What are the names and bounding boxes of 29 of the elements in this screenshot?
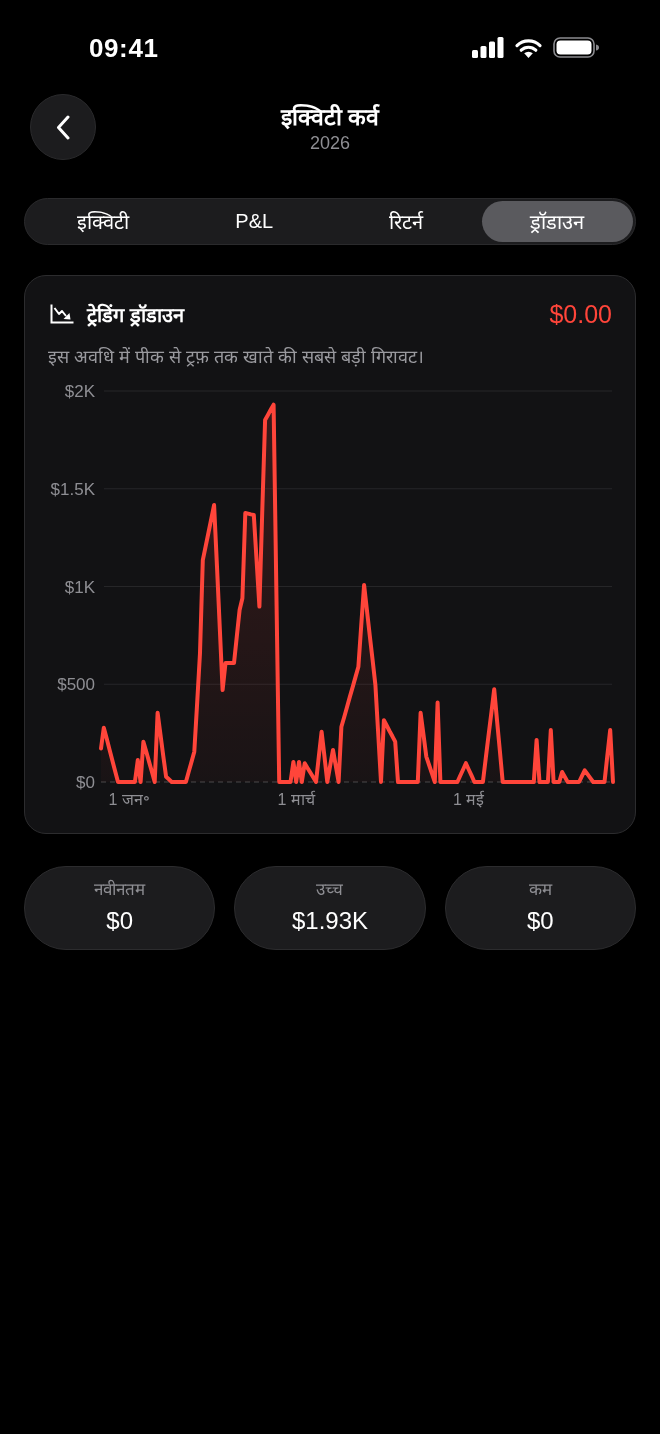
y-axis-label: $500 bbox=[57, 675, 95, 695]
segment-tab[interactable]: रिटर्न bbox=[330, 201, 482, 242]
chevron-left-icon bbox=[56, 114, 70, 140]
segment-tab[interactable]: ड्रॉडाउन bbox=[481, 201, 633, 242]
stat-label: कम bbox=[528, 879, 552, 901]
stat-label: उच्च bbox=[316, 879, 344, 901]
y-axis-label: $1.5K bbox=[50, 479, 95, 499]
y-axis-label: $0 bbox=[76, 773, 95, 792]
drawdown-value: $0.00 bbox=[549, 299, 612, 329]
stat-value: $0 bbox=[106, 906, 133, 936]
stat-value: $0 bbox=[526, 906, 554, 936]
battery-icon bbox=[553, 37, 599, 58]
segment-tab[interactable]: P&L bbox=[178, 201, 330, 242]
y-axis-label: $2K bbox=[64, 382, 95, 401]
x-axis-label: 1 जन॰ bbox=[108, 791, 150, 808]
wifi-icon bbox=[514, 37, 543, 58]
trend-down-chart-icon bbox=[50, 304, 74, 324]
x-axis-label: 1 मई bbox=[453, 791, 485, 808]
screen-subtitle: 2026 bbox=[309, 133, 350, 153]
screen-title: इक्विटी कर्व bbox=[280, 103, 380, 131]
card-title: ट्रेडिंग ड्रॉडाउन bbox=[87, 302, 184, 328]
segment-tab[interactable]: इक्विटी bbox=[27, 201, 179, 242]
signal-icon bbox=[472, 37, 504, 58]
y-axis-label: $1K bbox=[64, 577, 95, 597]
status-time: 09:41 bbox=[89, 34, 159, 62]
stat-value: $1.93K bbox=[291, 906, 369, 936]
card-description: इस अवधि में पीक से ट्रफ़ तक खाते की सबसे बड़ी गिरावट। bbox=[48, 346, 424, 368]
x-axis-label: 1 मार्च bbox=[277, 791, 315, 808]
stat-label: नवीनतम bbox=[94, 879, 146, 901]
